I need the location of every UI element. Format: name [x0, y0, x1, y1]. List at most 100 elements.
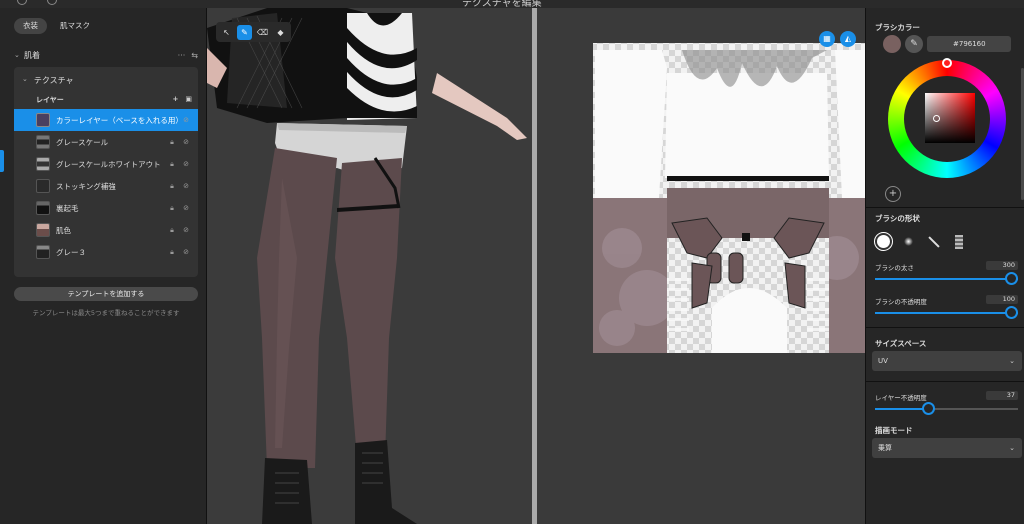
- layer-item[interactable]: グレースケール 🔒︎ ⊘: [14, 131, 198, 153]
- draw-mode-value: 乗算: [878, 444, 892, 452]
- texture-subsection-header[interactable]: ⌄ テクスチャ: [22, 75, 74, 86]
- eyedropper-icon[interactable]: ✎: [905, 35, 923, 53]
- round-brush-option[interactable]: [874, 232, 893, 251]
- visibility-icon[interactable]: ⊘: [178, 204, 194, 212]
- layer-name: グレースケール: [56, 137, 109, 147]
- slider-knob[interactable]: [1005, 272, 1018, 285]
- texture-editor-window: テクスチャを編集 衣装 肌マスク ⌄ 肌着 ··· ⇆ ⌄ テクスチャ レイヤー…: [0, 0, 1024, 524]
- more-icon[interactable]: ···: [178, 51, 186, 60]
- texture-brush-option[interactable]: [949, 232, 968, 251]
- image-layer-icon[interactable]: ▣: [185, 95, 192, 105]
- layer-opacity-value[interactable]: 37: [986, 391, 1018, 400]
- visibility-icon[interactable]: ⊘: [178, 226, 194, 234]
- draw-mode-label: 描画モード: [875, 426, 913, 435]
- visibility-icon[interactable]: ⊘: [178, 182, 194, 190]
- uv-texture-canvas: [593, 43, 865, 353]
- brush-color-label: ブラシカラー: [875, 23, 920, 32]
- layers-header: レイヤー + ▣: [36, 95, 192, 105]
- lock-icon[interactable]: 🔒︎: [166, 160, 178, 169]
- sv-picker-handle[interactable]: [933, 115, 940, 122]
- layer-item[interactable]: 裏起毛 🔒︎ ⊘: [14, 197, 198, 219]
- title-bar: テクスチャを編集: [0, 0, 1024, 8]
- layer-thumbnail: [36, 245, 50, 259]
- slider-knob[interactable]: [1005, 306, 1018, 319]
- size-space-label: サイズスペース: [875, 339, 927, 348]
- soft-brush-option[interactable]: [899, 232, 918, 251]
- layer-opacity-slider[interactable]: [875, 402, 1018, 415]
- color-wheel[interactable]: [888, 58, 1006, 178]
- brush-size-value[interactable]: 300: [986, 261, 1018, 270]
- lock-icon[interactable]: 🔒︎: [166, 138, 178, 147]
- brush-color-swatch[interactable]: [883, 35, 901, 53]
- slider-fill: [875, 408, 928, 410]
- subsection-title: テクスチャ: [33, 76, 74, 85]
- layer-opacity-label: レイヤー不透明度: [875, 394, 927, 402]
- visibility-icon[interactable]: ⊘: [178, 248, 194, 256]
- slider-knob[interactable]: [922, 402, 935, 415]
- layer-thumbnail: [36, 157, 50, 171]
- lock-icon[interactable]: 🔒︎: [166, 248, 178, 257]
- 3d-viewport[interactable]: [207, 8, 532, 524]
- layer-name: 肌色: [56, 225, 71, 235]
- layer-item[interactable]: グレー３ 🔒︎ ⊘: [14, 241, 198, 263]
- draw-mode-select[interactable]: 乗算 ⌄: [872, 438, 1022, 458]
- paint-toolbar: ↖ ✎ ⌫ ◆: [216, 22, 291, 42]
- brush-opacity-slider[interactable]: [875, 306, 1018, 319]
- layer-item[interactable]: グレースケールホワイトアウト 🔒︎ ⊘: [14, 153, 198, 175]
- size-space-select[interactable]: UV ⌄: [872, 351, 1022, 371]
- cursor-icon[interactable]: ↖: [219, 25, 234, 40]
- saturation-value-square[interactable]: [925, 93, 975, 143]
- layers-title: レイヤー: [36, 96, 64, 104]
- tab-clothing[interactable]: 衣装: [14, 18, 47, 34]
- visibility-icon[interactable]: ⊘: [178, 160, 194, 168]
- window-control-back[interactable]: [47, 0, 57, 5]
- slider-fill: [875, 312, 1018, 314]
- layer-name: グレー３: [56, 247, 86, 257]
- lock-icon[interactable]: 🔒︎: [166, 226, 178, 235]
- avatar-render: [207, 8, 527, 524]
- brush-opacity-label: ブラシの不透明度: [875, 298, 927, 306]
- section-header[interactable]: ⌄ 肌着 ··· ⇆: [14, 48, 198, 62]
- mirror-icon[interactable]: ◭: [840, 31, 856, 47]
- section-title: 肌着: [24, 50, 40, 60]
- size-space-value: UV: [878, 357, 888, 365]
- slider-fill: [875, 278, 1018, 280]
- grid-icon[interactable]: ▦: [819, 31, 835, 47]
- brush-size-slider[interactable]: [875, 272, 1018, 285]
- brush-icon[interactable]: ✎: [237, 24, 252, 40]
- adjust-icon[interactable]: ⇆: [191, 51, 198, 60]
- layer-item[interactable]: カラーレイヤー（ベースを入れる用） ⊘: [14, 109, 198, 131]
- layer-name: グレースケールホワイトアウト: [56, 159, 161, 169]
- uv-texture-editor[interactable]: ▦ ◭: [537, 8, 865, 524]
- texture-panel: ⌄ テクスチャ レイヤー + ▣ カラーレイヤー（ベースを入れる用） ⊘ グレー…: [14, 67, 198, 277]
- layer-item[interactable]: 肌色 🔒︎ ⊘: [14, 219, 198, 241]
- window-title: テクスチャを編集: [462, 0, 542, 8]
- line-brush-option[interactable]: [924, 232, 943, 251]
- chevron-down-icon: ⌄: [1009, 444, 1015, 452]
- add-swatch-button[interactable]: +: [885, 186, 901, 202]
- lock-icon[interactable]: 🔒︎: [166, 204, 178, 213]
- brush-shape-options: [874, 232, 968, 251]
- fill-icon[interactable]: ◆: [273, 25, 288, 40]
- hue-picker-handle[interactable]: [942, 58, 952, 68]
- visibility-icon[interactable]: ⊘: [178, 116, 194, 124]
- template-note: テンプレートは最大5つまで重ねることができます: [32, 309, 180, 317]
- layer-name: カラーレイヤー（ベースを入れる用）: [56, 115, 178, 125]
- layer-thumbnail: [36, 135, 50, 149]
- divider: [866, 381, 1024, 382]
- brush-size-label: ブラシの太さ: [875, 264, 914, 272]
- left-panel: 衣装 肌マスク ⌄ 肌着 ··· ⇆ ⌄ テクスチャ レイヤー + ▣ カラーレ…: [0, 8, 207, 524]
- chevron-down-icon: ⌄: [22, 75, 28, 83]
- lock-icon[interactable]: 🔒︎: [166, 182, 178, 191]
- layer-item[interactable]: ストッキング補強 🔒︎ ⊘: [14, 175, 198, 197]
- add-layer-icon[interactable]: +: [173, 95, 179, 105]
- window-control-close[interactable]: [17, 0, 27, 5]
- visibility-icon[interactable]: ⊘: [178, 138, 194, 146]
- layer-name: ストッキング補強: [56, 181, 116, 191]
- add-template-button[interactable]: テンプレートを追加する: [14, 287, 198, 301]
- eraser-icon[interactable]: ⌫: [255, 25, 270, 40]
- hex-color-input[interactable]: #796160: [927, 36, 1011, 52]
- tab-skin-mask[interactable]: 肌マスク: [51, 18, 99, 34]
- brush-opacity-value[interactable]: 100: [986, 295, 1018, 304]
- layer-thumbnail: [36, 223, 50, 237]
